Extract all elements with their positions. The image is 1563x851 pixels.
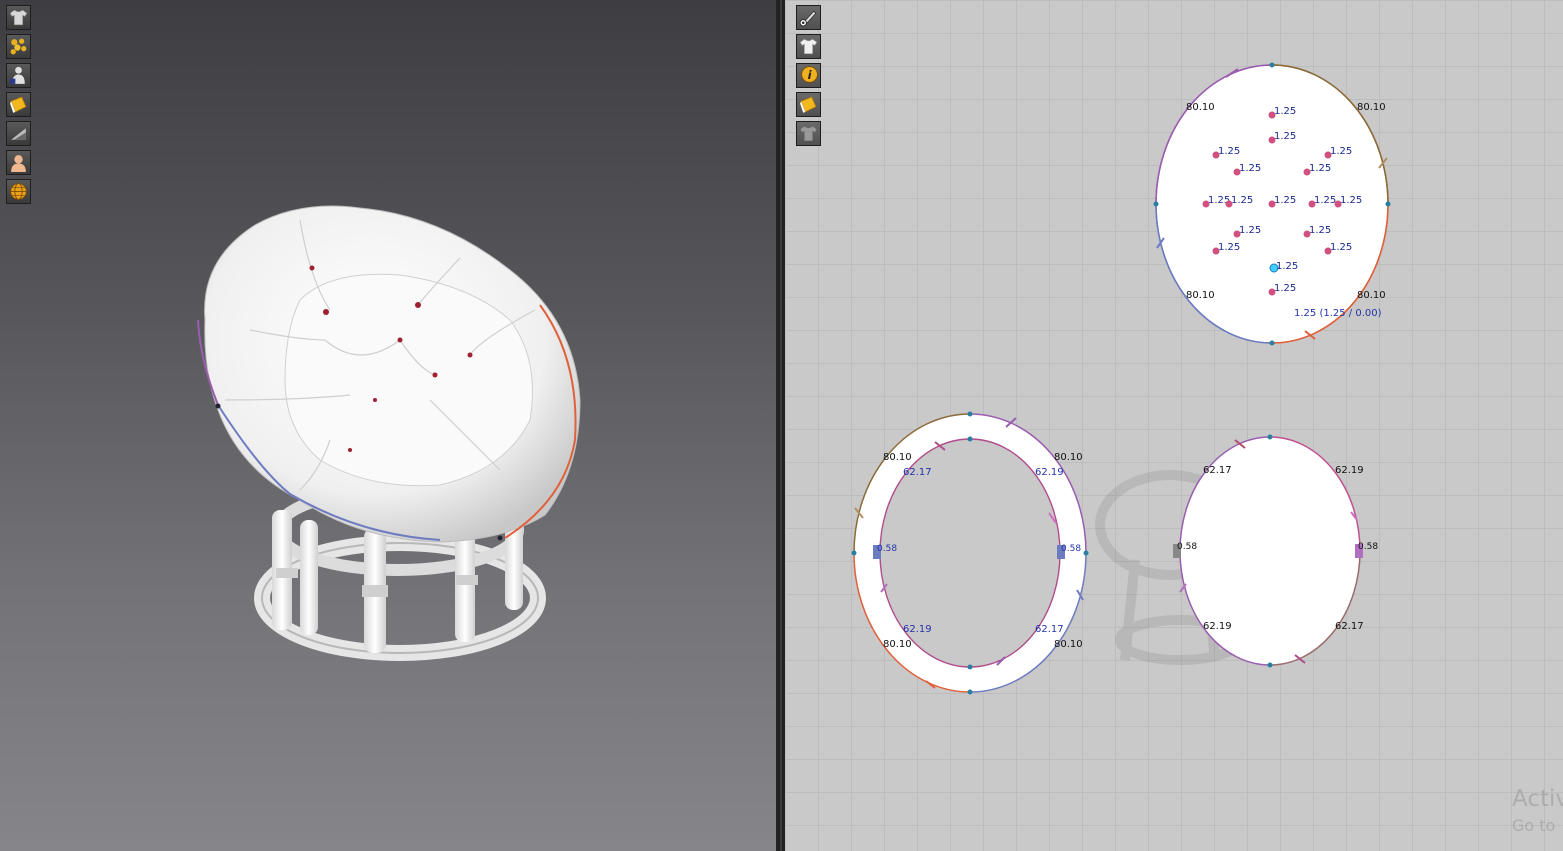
seam-length-label: 0.58	[1358, 542, 1378, 552]
tuft-length-label: 1.25	[1314, 195, 1336, 206]
seam-length-label: 62.19	[1335, 465, 1364, 476]
seam-length-label: 80.10	[1186, 102, 1215, 113]
tuft-length-label: 1.25	[1218, 146, 1240, 157]
measure-readout: 1.25 (1.25 / 0.00)	[1294, 308, 1382, 319]
tuft-length-label: 1.25	[1218, 242, 1240, 253]
watermark-line-1: Activ	[1512, 786, 1563, 812]
tuft-length-label: 1.25	[1239, 225, 1261, 236]
seam-length-label: 62.19	[1035, 467, 1064, 478]
pattern-oval-top[interactable]: 80.10 80.10 80.10 80.10 1.25 1.25 1.25 1.25…	[1153, 62, 1391, 346]
tuft-length-label: 1.25	[1309, 163, 1331, 174]
tuft-length-label: 1.25	[1330, 242, 1352, 253]
seam-length-label: 0.58	[877, 544, 897, 554]
seam-length-label: 0.58	[1177, 542, 1197, 552]
seam-length-label: 62.17	[903, 467, 932, 478]
tuft-length-label: 1.25	[1274, 131, 1296, 142]
seam-length-label: 80.10	[883, 452, 912, 463]
2d-pattern-window[interactable]: i 80.10 80.10 80.10 80.10 1.25 1.25 1.25…	[785, 0, 1563, 851]
seam-length-label: 80.10	[1357, 102, 1386, 113]
activation-watermark: Activ Go to	[1512, 786, 1563, 835]
tuft-length-label: 1.25	[1239, 163, 1261, 174]
seam-length-label: 80.10	[1186, 290, 1215, 301]
seam-length-label: 62.17	[1203, 465, 1232, 476]
seam-length-label: 80.10	[883, 639, 912, 650]
selected-point-label: 1.25	[1276, 261, 1298, 272]
viewport-divider[interactable]	[776, 0, 785, 851]
tuft-length-label: 1.25	[1309, 225, 1331, 236]
seam-length-label: 62.17	[1335, 621, 1364, 632]
seam-length-label: 62.17	[1035, 624, 1064, 635]
tuft-length-label: 1.25	[1330, 146, 1352, 157]
seam-length-label: 62.19	[1203, 621, 1232, 632]
pattern-ring[interactable]: 80.10 80.10 80.10 80.10 62.17 62.19 62.1…	[851, 411, 1089, 695]
pattern-oval-bottom[interactable]: 62.17 62.19 62.19 62.17 0.58 0.58	[1173, 434, 1378, 668]
seam-length-label: 80.10	[1357, 290, 1386, 301]
3d-viewport[interactable]	[0, 0, 776, 851]
seam-length-label: 0.58	[1061, 544, 1081, 554]
tuft-length-label: 1.25	[1340, 195, 1362, 206]
seam-length-label: 62.19	[903, 624, 932, 635]
tuft-length-label: 1.25	[1231, 195, 1253, 206]
papasan-chair-model[interactable]	[0, 0, 776, 851]
watermark-line-2: Go to	[1512, 816, 1556, 835]
tuft-length-label: 1.25	[1274, 283, 1296, 294]
pattern-canvas[interactable]: 80.10 80.10 80.10 80.10 1.25 1.25 1.25 1.25…	[785, 0, 1563, 851]
seam-length-label: 80.10	[1054, 639, 1083, 650]
tuft-length-label: 1.25	[1274, 195, 1296, 206]
tuft-length-label: 1.25	[1274, 106, 1296, 117]
seam-length-label: 80.10	[1054, 452, 1083, 463]
